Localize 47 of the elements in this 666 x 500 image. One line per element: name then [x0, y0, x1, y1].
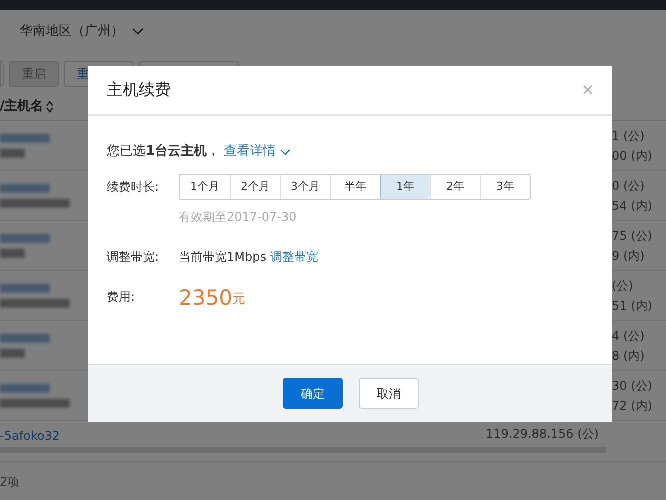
blurred-text [0, 134, 50, 142]
chevron-down-icon [132, 28, 144, 36]
cancel-button[interactable]: 取消 [359, 378, 419, 409]
blurred-text [0, 284, 50, 292]
blurred-text [0, 248, 25, 258]
private-ip: 8 (内) [612, 348, 646, 364]
public-ip: (公) [612, 278, 634, 294]
private-ip: 72 (内) [612, 398, 654, 414]
private-ip: 00 (内) [612, 148, 654, 164]
blurred-text [0, 148, 25, 158]
blurred-text [0, 334, 50, 342]
duration-option[interactable]: 3年 [480, 175, 530, 199]
chevron-down-icon[interactable] [280, 148, 292, 156]
public-ip: 30 (公) [612, 378, 654, 394]
item-count: 2项 [0, 474, 20, 490]
public-ip: 119.29.88.156 (公) [486, 427, 599, 441]
private-ip: 51 (内) [612, 298, 654, 314]
details-link[interactable]: 查看详情 [224, 142, 276, 162]
private-ip: 54 (内) [612, 198, 654, 214]
field-label: 续费时长: [107, 179, 160, 196]
confirm-button[interactable]: 确定 [283, 378, 343, 409]
public-ip: 75 (公) [612, 228, 654, 244]
public-ip: 1 (公) [612, 128, 646, 144]
price-unit: 元 [232, 290, 246, 308]
field-label: 费用: [107, 289, 136, 306]
price-amount: 2350 [179, 286, 232, 310]
column-header: /主机名 [0, 98, 44, 116]
blurred-text [0, 348, 25, 358]
expiry-text: 有效期至2017-07-30 [179, 209, 297, 226]
selection-text: 您已选1台云主机， [107, 142, 220, 162]
dialog-title: 主机续费 [107, 79, 171, 101]
blurred-text [0, 198, 70, 208]
public-ip: 4 (公) [612, 328, 646, 344]
blurred-text [0, 398, 70, 408]
adjust-bandwidth-link[interactable]: 调整带宽 [270, 248, 318, 266]
duration-option[interactable]: 1年 [380, 175, 430, 199]
public-ip: 0 (公) [612, 178, 646, 194]
private-ip: 9 (内) [612, 248, 646, 264]
blurred-text [0, 184, 50, 192]
region-selector[interactable]: 华南地区（广州） [20, 22, 144, 42]
blurred-text [0, 384, 50, 392]
close-icon[interactable] [583, 85, 593, 95]
bandwidth-text: 当前带宽1Mbps [179, 249, 266, 266]
field-label: 调整带宽: [107, 249, 160, 266]
blurred-text [0, 298, 70, 308]
blurred-text [0, 234, 50, 242]
sort-icon[interactable] [46, 101, 54, 113]
